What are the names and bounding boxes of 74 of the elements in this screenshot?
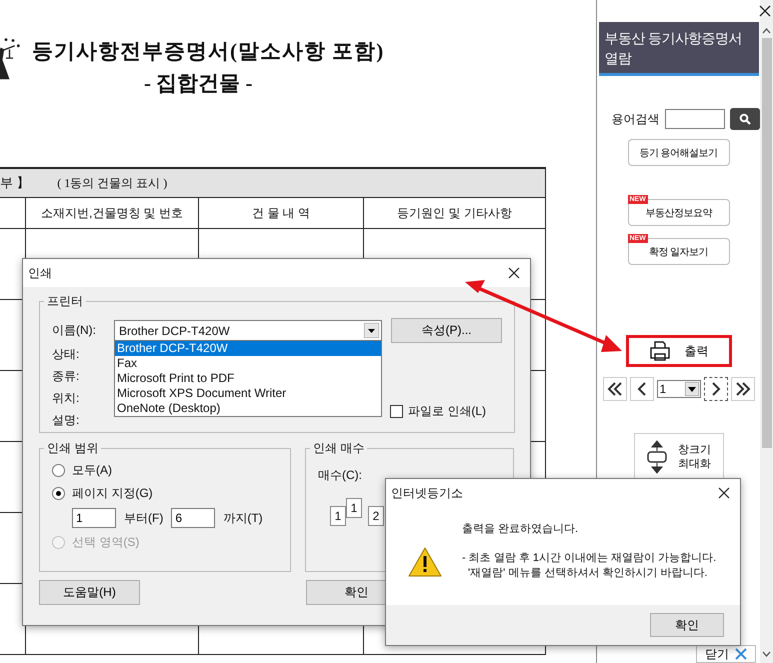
maximize-window-button[interactable]: 창크기 최대화 [634,433,724,481]
field-label: 상태: [52,347,80,362]
search-field[interactable] [664,109,724,129]
radio-label: 모두(A) [72,462,112,479]
search-icon [738,113,750,125]
close-button[interactable]: 닫기 [696,645,756,663]
group-title: 인쇄 매수 [312,440,366,457]
field-label: 위치: [52,391,80,406]
printer-option[interactable]: OneNote (Desktop) [115,401,381,416]
print-button[interactable]: 출력 [626,335,732,367]
to-page-field[interactable]: 6 [171,508,216,528]
dropdown-arrow-icon [364,323,379,338]
scrollbar[interactable] [760,0,773,663]
panel-title: 부동산 등기사항증명서 열람 [598,22,758,76]
printer-option[interactable]: Microsoft Print to PDF [115,371,381,386]
checkbox[interactable] [390,405,403,418]
from-page-field[interactable]: 1 [72,508,116,528]
properties-button[interactable]: 속성(P)... [391,318,502,343]
field-label: 까지(T) [223,510,263,526]
field-label: 이름(N): [52,323,97,338]
ok-button[interactable]: 확인 [650,613,724,637]
page-select[interactable]: 1 [656,380,700,398]
document-title: 등기사항전부증명서(말소사항 포함) [32,38,384,65]
message-note: - 최초 열람 후 1시간 이내에는 재열람이 가능합니다. [462,551,716,565]
resize-icon [646,440,668,474]
printer-icon [648,341,670,361]
field-label: 종류: [52,369,80,384]
dialog-title: 인터넷등기소 [391,484,463,502]
chevron-right-icon [710,382,720,396]
warning-icon [408,547,442,577]
close-icon[interactable] [759,5,771,17]
field-label: 매수(C): [318,467,363,484]
printer-option[interactable]: Fax [115,356,381,371]
column-header: 건 물 내 역 [199,198,364,228]
dropdown-arrow-icon [684,382,698,396]
first-page-button[interactable] [602,377,626,401]
double-chevron-right-icon [734,382,750,396]
checkbox-label: 파일로 인쇄(L) [408,403,486,420]
last-page-button[interactable] [730,377,754,401]
sidebar-button[interactable]: 등기 용어해설보기 [628,139,730,166]
document-subtitle: - 집합건물 - [144,70,254,97]
radio-button[interactable] [52,464,65,477]
column-header: 소재지번,건물명칭 및 번호 [26,198,199,228]
section-note: ( 1동의 건물의 표시 ) [57,174,168,192]
group-title: 프린터 [46,293,84,310]
search-label: 용어검색 [612,110,660,128]
double-chevron-left-icon [606,382,622,396]
radio-button[interactable] [52,487,65,500]
close-icon[interactable] [718,487,730,499]
message-text: 출력을 완료하였습니다. [462,522,580,536]
page-icon: 1 [346,498,362,518]
chevron-up-icon [762,28,771,34]
close-icon[interactable] [508,267,520,279]
dialog-title: 인쇄 [28,264,52,282]
printer-option[interactable]: Brother DCP-T420W [115,341,381,356]
printer-option[interactable]: Microsoft XPS Document Writer [115,386,381,401]
column-header: 등기원인 및 기타사항 [396,204,513,222]
previous-page-button[interactable] [630,377,654,401]
close-icon [735,648,747,660]
search-button[interactable] [730,108,760,130]
chevron-left-icon [636,382,646,396]
message-note: '재열람' 메뉴를 선택하셔서 확인하시기 바랍니다. [467,566,708,580]
field-label: 설명: [52,413,80,428]
field-label: 부터(F) [124,510,164,526]
page-icon: 2 [368,506,384,526]
printer-select[interactable]: Brother DCP-T420W [114,320,382,341]
radio-label: 페이지 지정(G) [72,485,153,502]
page-icon: 1 [330,506,346,526]
section-header: 부 】 [0,174,30,192]
help-button[interactable]: 도움말(H) [39,580,140,605]
radio-label: 선택 영역(S) [72,534,140,551]
next-page-button[interactable] [704,377,728,401]
chevron-down-icon [762,651,771,657]
group-title: 인쇄 범위 [46,440,100,457]
